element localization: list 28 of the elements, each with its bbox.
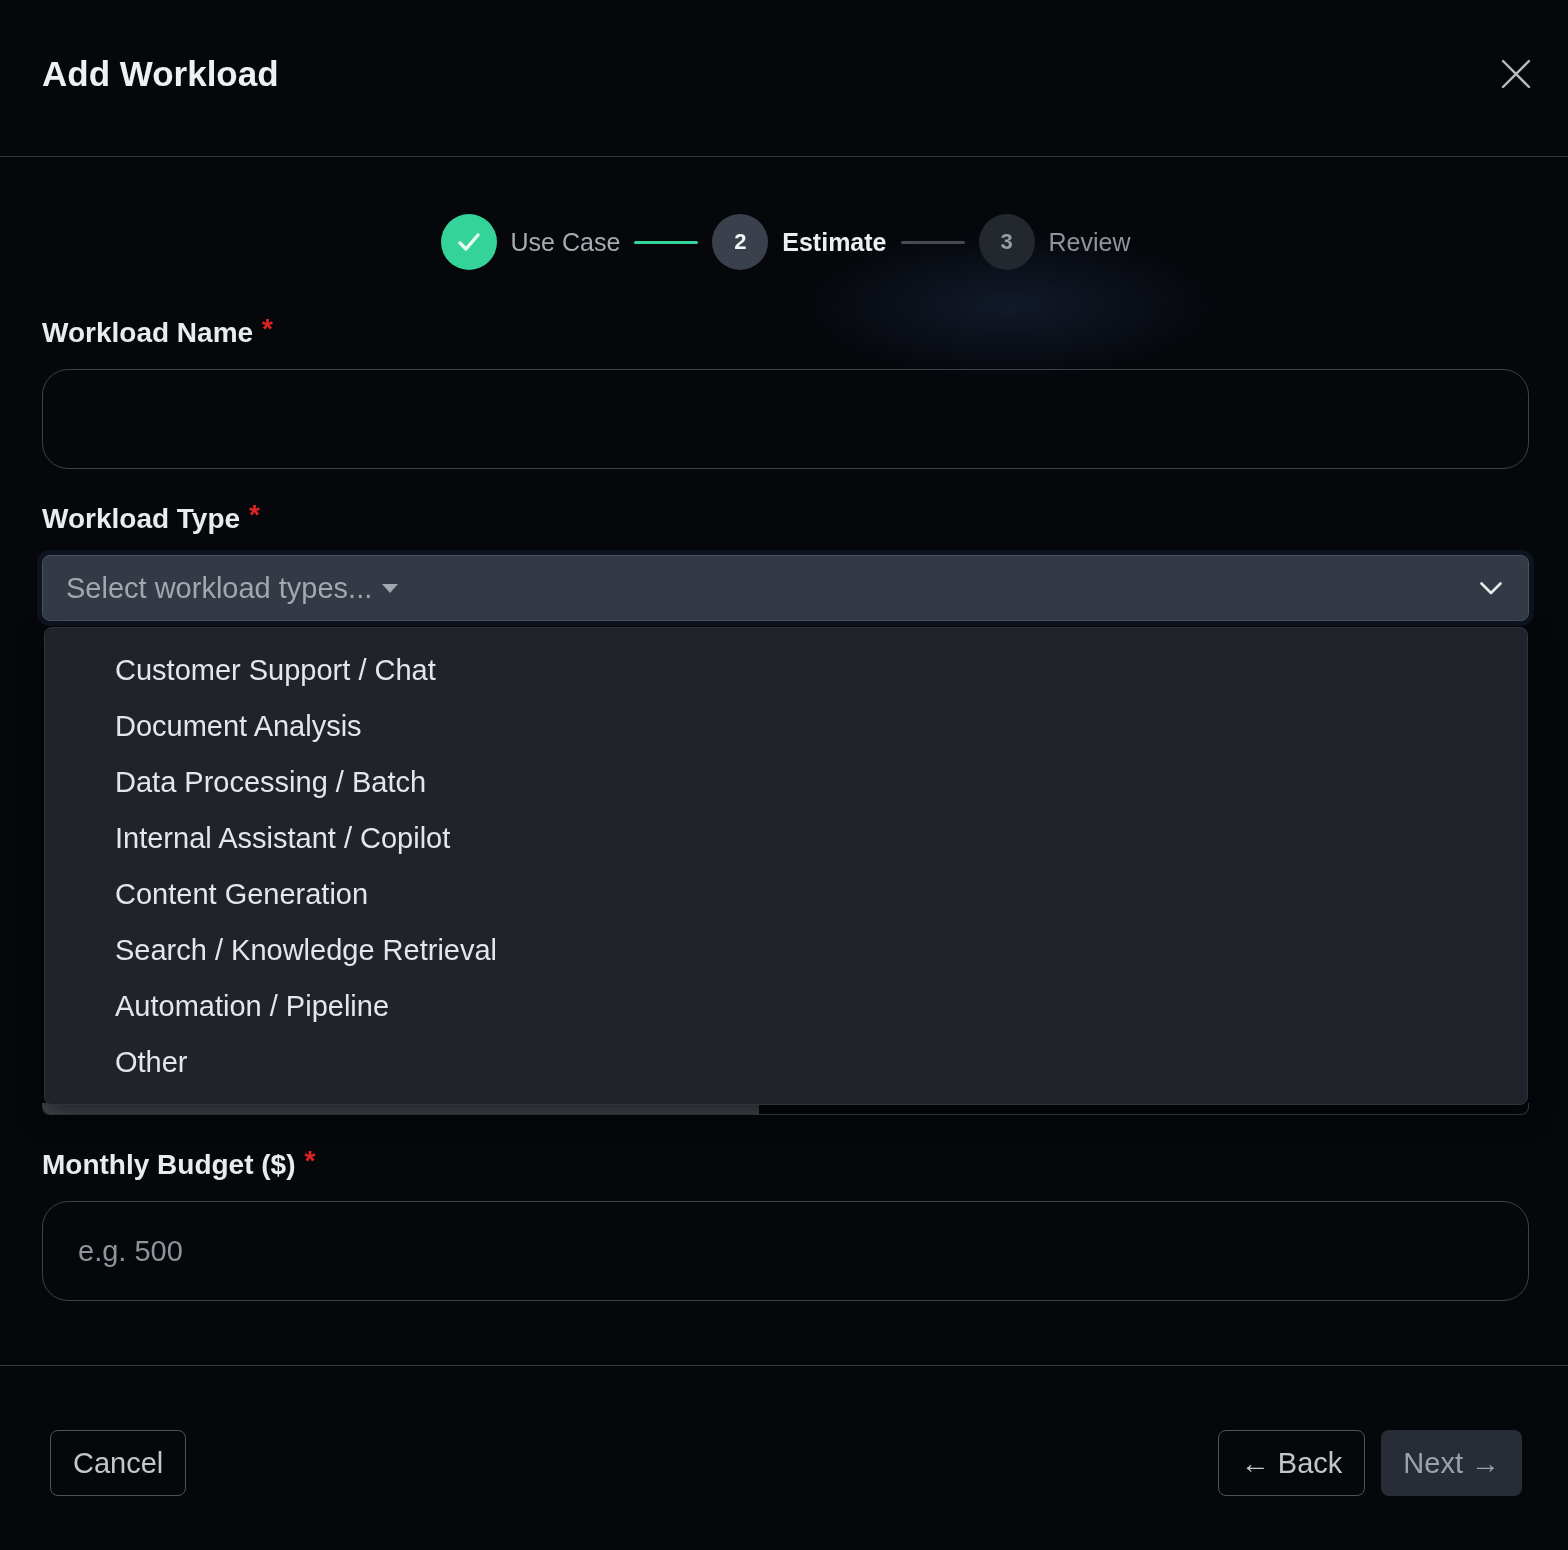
input-field[interactable]: e.g. 500: [42, 1201, 1529, 1301]
required-mark: *: [249, 499, 260, 531]
menu-option[interactable]: Automation / Pipeline: [45, 978, 1527, 1034]
close-icon: [1501, 59, 1531, 89]
step-label: Use Case: [510, 227, 621, 257]
menu-option[interactable]: Customer Support / Chat: [45, 642, 1527, 698]
chevron-down-icon: [1480, 581, 1502, 595]
field-label: Monthly Budget ($): [42, 1149, 296, 1181]
scrollbar-thumb[interactable]: [43, 1103, 759, 1114]
step-number: 3: [978, 214, 1035, 270]
field-label: Workload Name: [42, 317, 254, 349]
input-field[interactable]: [42, 369, 1529, 469]
menu-option[interactable]: Content Generation: [45, 866, 1527, 922]
field-label: Workload Type: [42, 503, 241, 535]
outline-button[interactable]: ← Back: [1217, 1430, 1366, 1496]
menu-option[interactable]: Internal Assistant / Copilot: [45, 810, 1527, 866]
step-label: Review: [1048, 227, 1131, 257]
required-mark: *: [262, 313, 273, 345]
dialog-title: Add Workload: [42, 54, 279, 94]
step-label: Estimate: [782, 227, 887, 257]
menu-option[interactable]: Other: [45, 1034, 1527, 1090]
step-number: 2: [712, 214, 769, 270]
required-mark: *: [304, 1145, 316, 1177]
caret-icon: [382, 583, 399, 593]
menu-option[interactable]: Document Analysis: [45, 698, 1527, 754]
menu-option[interactable]: Data Processing / Batch: [45, 754, 1527, 810]
outline-button[interactable]: Cancel: [50, 1430, 187, 1496]
menu-option[interactable]: Search / Knowledge Retrieval: [45, 922, 1527, 978]
